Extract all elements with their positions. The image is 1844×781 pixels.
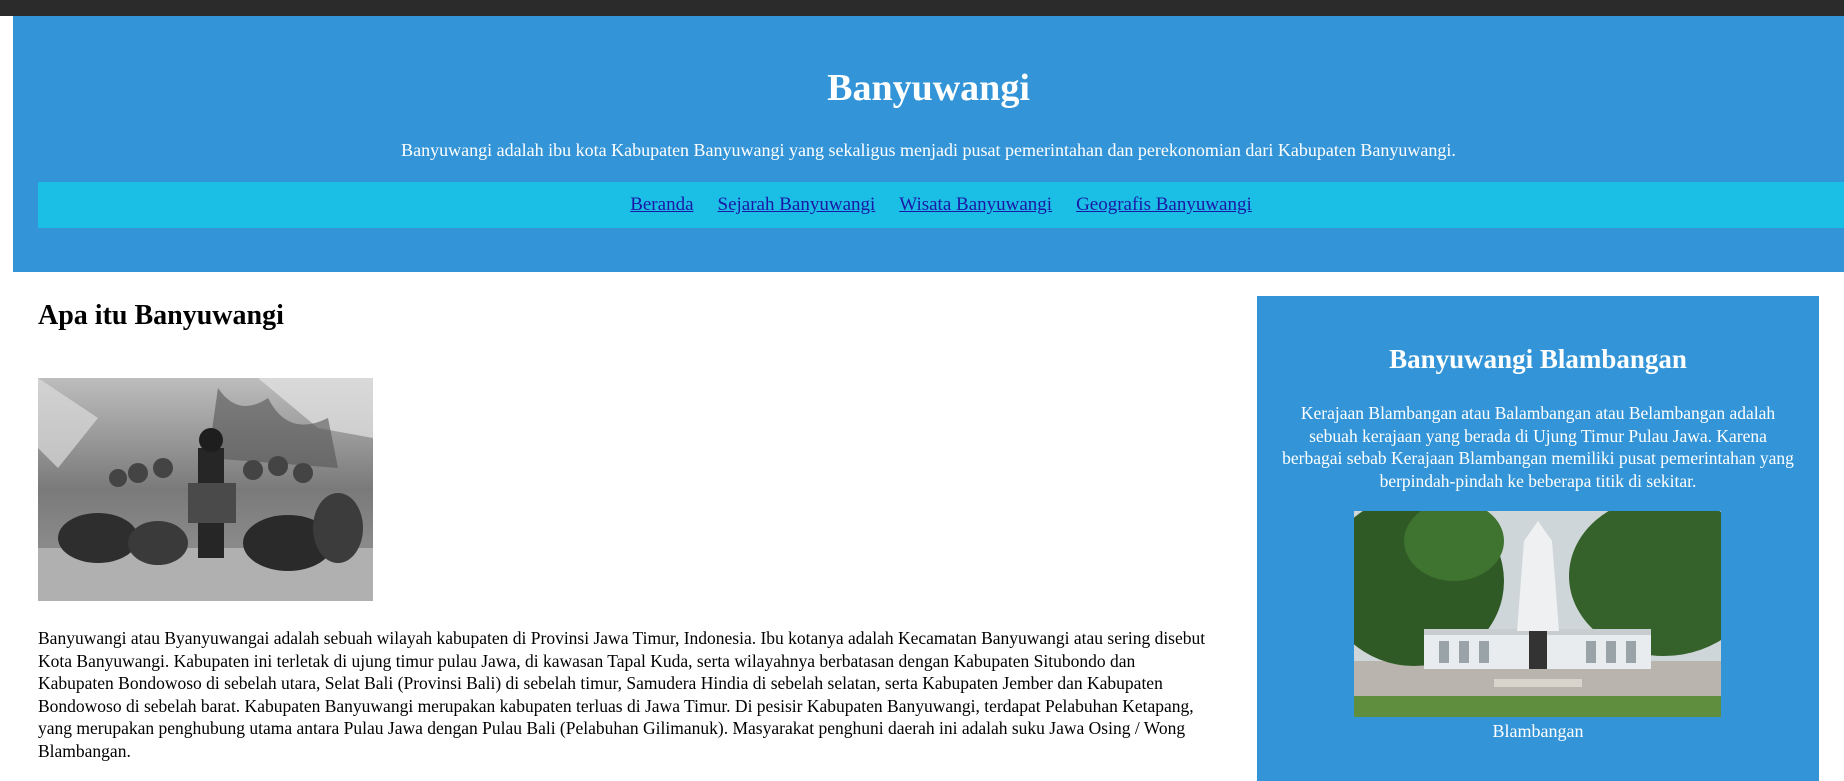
nav-link-beranda[interactable]: Beranda (630, 194, 693, 216)
sidebar-text: Kerajaan Blambangan atau Balambangan ata… (1282, 403, 1794, 491)
site-header: Banyuwangi Banyuwangi adalah ibu kota Ka… (13, 16, 1844, 272)
sidebar-card: Banyuwangi Blambangan Kerajaan Blambanga… (1257, 296, 1819, 781)
nav-link-sejarah[interactable]: Sejarah Banyuwangi (718, 194, 876, 216)
site-title: Banyuwangi (827, 67, 1030, 109)
main-paragraph: Banyuwangi atau Byanyuwangai adalah sebu… (38, 628, 1206, 761)
blambangan-monument-photo (1354, 511, 1721, 717)
main-content: Apa itu Banyuwangi Banyuwangi atau Byany… (38, 300, 1238, 761)
sidebar-title: Banyuwangi Blambangan (1389, 344, 1687, 374)
main-nav: Beranda Sejarah Banyuwangi Wisata Banyuw… (38, 182, 1844, 228)
nav-link-geografis[interactable]: Geografis Banyuwangi (1076, 194, 1252, 216)
nav-link-wisata[interactable]: Wisata Banyuwangi (899, 194, 1052, 216)
site-description: Banyuwangi adalah ibu kota Kabupaten Ban… (401, 140, 1456, 160)
browser-top-bar (0, 0, 1844, 16)
main-heading: Apa itu Banyuwangi (38, 300, 284, 331)
traditional-dance-photo (38, 378, 373, 601)
sidebar-caption: Blambangan (1492, 721, 1584, 741)
